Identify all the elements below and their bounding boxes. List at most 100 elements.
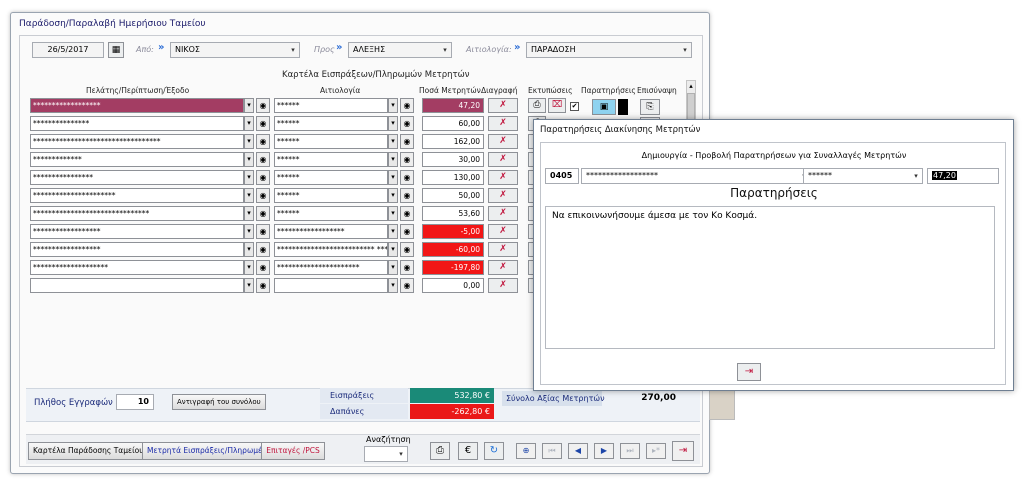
reason-select[interactable]: ΠΑΡΑΔΟΣΗ ▾ [526,42,692,58]
chevron-down-icon[interactable]: ▾ [388,98,398,113]
exit-icon[interactable]: ⇥ [672,441,694,461]
reason-cell[interactable]: ****** [274,116,388,131]
eye-icon[interactable]: ◉ [256,170,270,185]
amount-cell[interactable]: 0,00 [422,278,484,293]
chevron-down-icon[interactable]: ▾ [244,242,254,257]
chevron-down-icon[interactable]: ▾ [244,152,254,167]
last-record-icon[interactable]: ⏭ [620,443,640,459]
chevron-down-icon[interactable]: ▾ [388,206,398,221]
cheques-button[interactable]: Επιταγές /PCS [261,442,325,460]
chevron-down-icon[interactable]: ▾ [388,224,398,239]
eye-icon[interactable]: ◉ [256,134,270,149]
binoculars-icon[interactable]: ⊕ [516,443,536,459]
chevron-down-icon[interactable]: ▾ [388,170,398,185]
delete-icon[interactable]: ✗ [488,206,518,221]
delete-icon[interactable]: ✗ [488,224,518,239]
amount-cell[interactable]: 47,20 [422,98,484,113]
delete-icon[interactable]: ✗ [488,260,518,275]
chevron-down-icon[interactable]: ▾ [244,98,254,113]
customer-cell[interactable]: ****************** [30,242,244,257]
eye-icon[interactable]: ◉ [400,242,414,257]
chevron-down-icon[interactable]: ▾ [388,188,398,203]
chevron-down-icon[interactable]: ▾ [388,242,398,257]
dialog-reason-select[interactable]: ****** ▾ [803,168,923,184]
printer-icon[interactable]: ⎙ [430,442,450,460]
print-preview-icon[interactable]: ⌧ [548,98,566,113]
new-record-icon[interactable]: ▸* [646,443,666,459]
reason-cell[interactable]: ************************** *************… [274,242,388,257]
eye-icon[interactable]: ◉ [400,134,414,149]
scroll-up-icon[interactable]: ▴ [687,81,695,91]
chevron-down-icon[interactable]: ▾ [388,134,398,149]
customer-cell[interactable]: ********************************** [30,134,244,149]
chevron-down-icon[interactable]: ▾ [244,188,254,203]
eye-icon[interactable]: ◉ [400,260,414,275]
amount-cell[interactable]: -60,00 [422,242,484,257]
reason-cell[interactable] [274,278,388,293]
amount-cell[interactable]: 130,00 [422,170,484,185]
notes-textarea[interactable]: Να επικοινωνήσουμε άμεσα με τον Κο Κοσμά… [545,206,995,349]
customer-cell[interactable]: ******************************* [30,206,244,221]
customer-cell[interactable]: *************** [30,116,244,131]
customer-cell[interactable] [30,278,244,293]
customer-cell[interactable]: ************* [30,152,244,167]
chevron-down-icon[interactable]: ▾ [244,224,254,239]
delete-icon[interactable]: ✗ [488,278,518,293]
next-record-icon[interactable]: ▶ [594,443,614,459]
eye-icon[interactable]: ◉ [256,206,270,221]
eye-icon[interactable]: ◉ [256,188,270,203]
eye-icon[interactable]: ◉ [256,278,270,293]
printer-icon[interactable]: ⎙ [528,98,546,113]
chevron-down-icon[interactable]: ▾ [244,260,254,275]
chevron-down-icon[interactable]: ▾ [244,134,254,149]
chevron-down-icon[interactable]: ▾ [388,152,398,167]
copy-total-button[interactable]: Αντιγραφή του συνόλου [172,394,266,410]
amount-cell[interactable]: -197,80 [422,260,484,275]
customer-cell[interactable]: ****************** [30,224,244,239]
eye-icon[interactable]: ◉ [400,188,414,203]
chevron-down-icon[interactable]: ▾ [388,116,398,131]
customer-cell[interactable]: **************** [30,170,244,185]
chevron-down-icon[interactable]: ▾ [244,116,254,131]
eye-icon[interactable]: ◉ [400,98,414,113]
date-field[interactable]: 26/5/2017 [32,42,104,58]
eye-icon[interactable]: ◉ [256,152,270,167]
delete-icon[interactable]: ✗ [488,188,518,203]
dialog-customer-select[interactable]: ****************** ▾ [581,168,811,184]
eye-icon[interactable]: ◉ [256,260,270,275]
amount-cell[interactable]: 53,60 [422,206,484,221]
reason-cell[interactable]: ****** [274,98,388,113]
delete-icon[interactable]: ✗ [488,134,518,149]
dialog-exit-icon[interactable]: ⇥ [737,363,761,381]
delete-icon[interactable]: ✗ [488,152,518,167]
eye-icon[interactable]: ◉ [400,278,414,293]
first-record-icon[interactable]: ⏮ [542,443,562,459]
chevron-down-icon[interactable]: ▾ [244,170,254,185]
eye-icon[interactable]: ◉ [256,98,270,113]
eye-icon[interactable]: ◉ [256,116,270,131]
eye-icon[interactable]: ◉ [400,116,414,131]
cash-counter-button[interactable]: Μετρητά Εισπράξεις/Πληρωμές [142,442,272,460]
amount-cell[interactable]: 162,00 [422,134,484,149]
attach-icon[interactable]: ⎘ [640,99,660,115]
amount-cell[interactable]: 60,00 [422,116,484,131]
eye-icon[interactable]: ◉ [400,224,414,239]
delete-icon[interactable]: ✗ [488,98,518,113]
reason-cell[interactable]: ****** [274,206,388,221]
eye-icon[interactable]: ◉ [400,152,414,167]
chevron-down-icon[interactable]: ▾ [388,278,398,293]
eye-icon[interactable]: ◉ [256,224,270,239]
refresh-icon[interactable]: ↻ [484,442,504,460]
calendar-icon[interactable]: ▦ [108,42,124,58]
to-select[interactable]: ΑΛΕΞΗΣ ▾ [348,42,452,58]
amount-cell[interactable]: 50,00 [422,188,484,203]
customer-cell[interactable]: ********************** [30,188,244,203]
from-select[interactable]: ΝΙΚΟΣ ▾ [170,42,300,58]
customer-cell[interactable]: ****************** [30,98,244,113]
delete-icon[interactable]: ✗ [488,242,518,257]
reason-cell[interactable]: ****** [274,170,388,185]
prev-record-icon[interactable]: ◀ [568,443,588,459]
eye-icon[interactable]: ◉ [256,242,270,257]
reason-cell[interactable]: ****** [274,188,388,203]
eye-icon[interactable]: ◉ [400,206,414,221]
